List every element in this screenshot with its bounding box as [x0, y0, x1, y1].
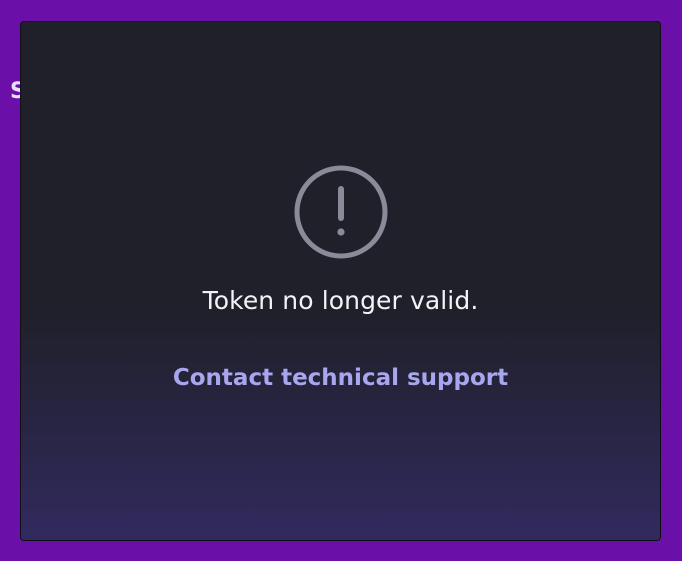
error-message: Token no longer valid. [202, 286, 479, 315]
exclamation-circle-icon [294, 165, 388, 259]
error-modal: Token no longer valid. Contact technical… [20, 21, 661, 541]
contact-support-link[interactable]: Contact technical support [21, 362, 660, 394]
